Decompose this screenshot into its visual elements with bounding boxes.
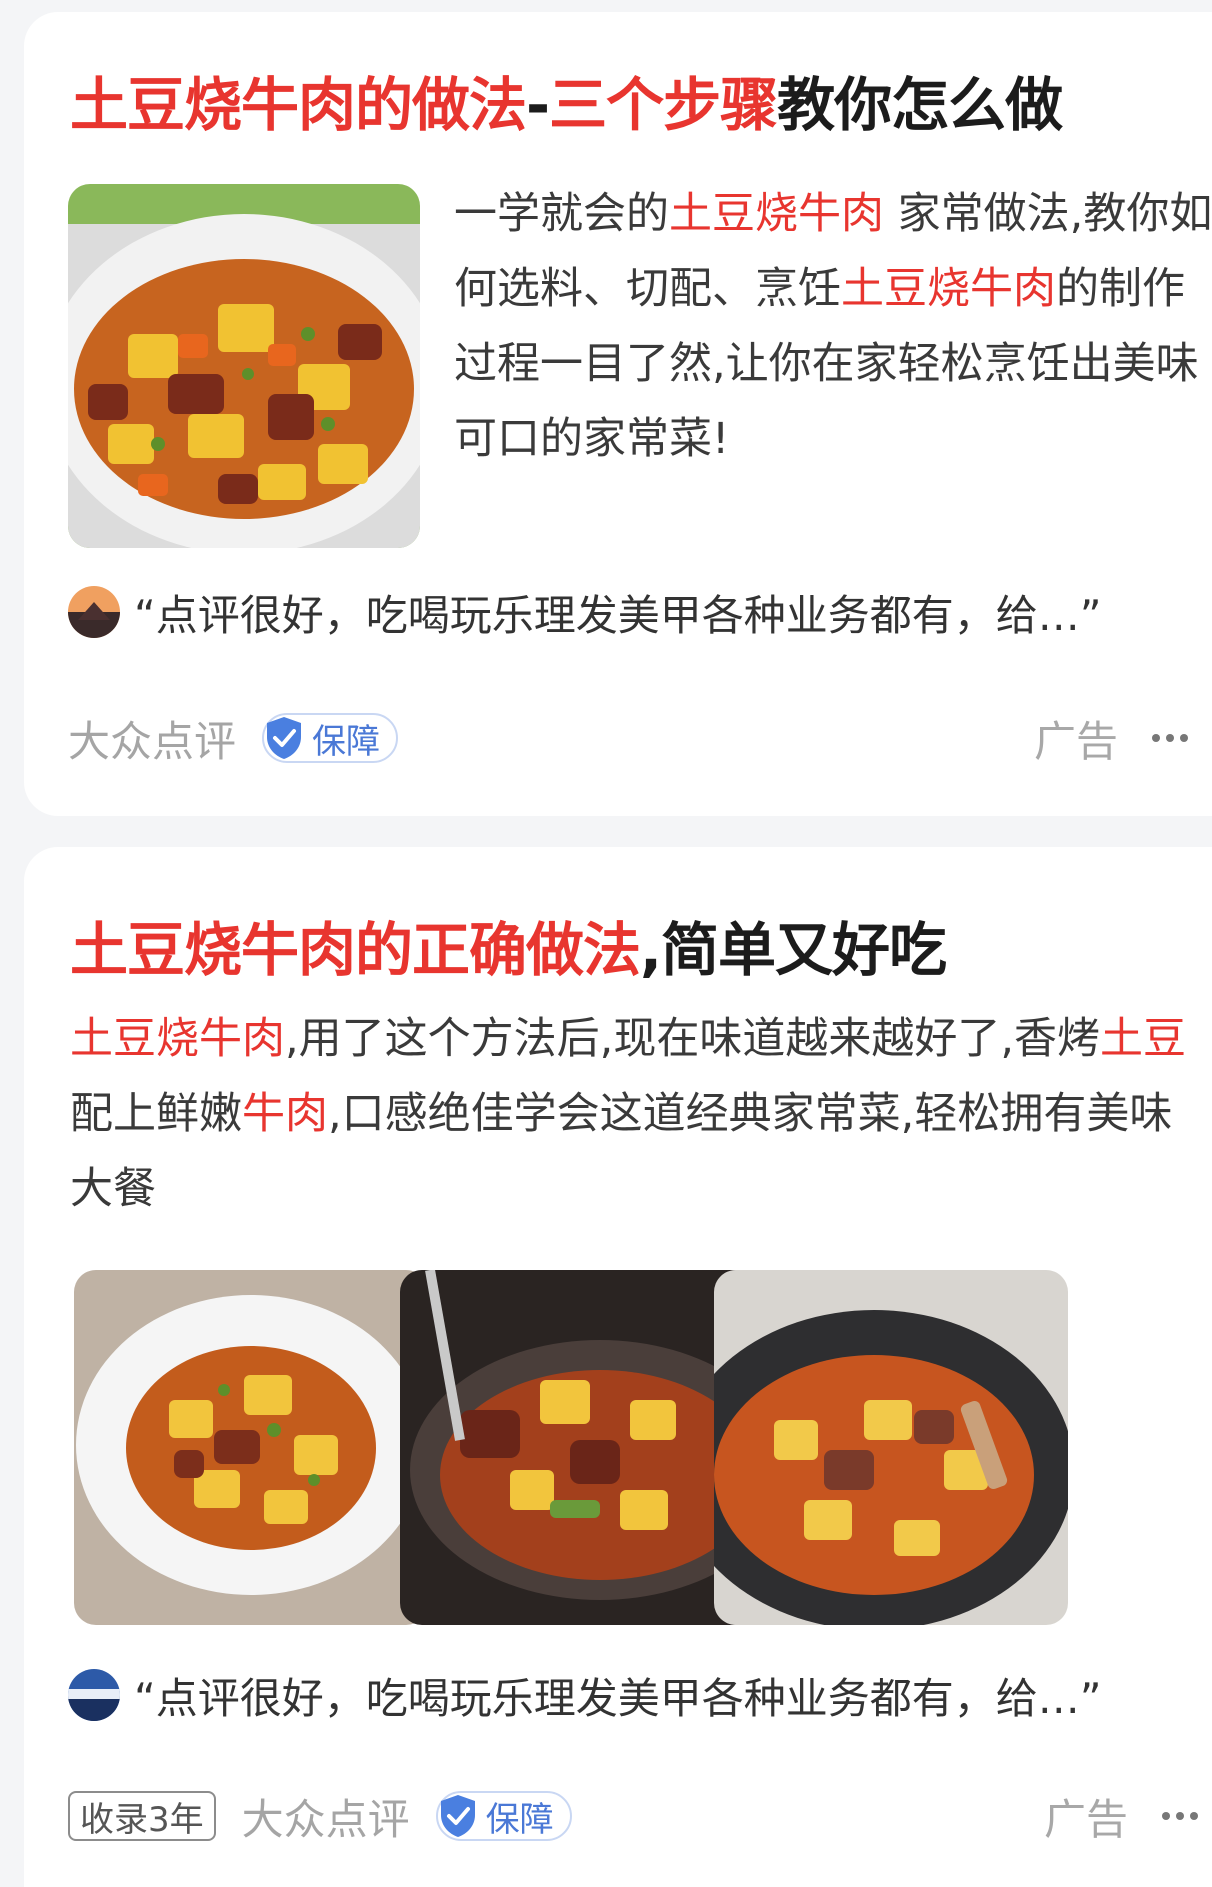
desc-text: 配上鲜嫩 <box>70 1089 242 1139</box>
title-highlight: 土豆烧牛肉的做法 <box>70 71 527 139</box>
dish-thumbnail[interactable] <box>68 184 420 548</box>
dish-image-2[interactable] <box>400 1270 754 1625</box>
desc-highlight: 土豆 <box>1100 1014 1187 1064</box>
card-title[interactable]: 土豆烧牛肉的做法-三个步骤教你怎么做 <box>70 62 1182 148</box>
card-footer: 大众点评 保障 广告 <box>68 708 1188 768</box>
desc-highlight: 土豆烧牛肉 <box>841 264 1056 314</box>
card-title[interactable]: 土豆烧牛肉的正确做法,简单又好吃 <box>70 907 1182 993</box>
avatar <box>68 586 120 638</box>
title-dash: - <box>526 71 550 139</box>
dish-image-1[interactable] <box>74 1270 428 1625</box>
review-row[interactable]: “点评很好，吃喝玩乐理发美甲各种业务都有，给…” <box>68 582 1188 642</box>
title-highlight: 土豆烧牛肉的正确做法 <box>70 916 641 984</box>
card-description: 一学就会的土豆烧牛肉 家常做法,教你如何选料、切配、烹饪土豆烧牛肉的制作过程一目… <box>454 177 1212 477</box>
dish-image-3[interactable] <box>714 1270 1068 1625</box>
review-quote: “点评很好，吃喝玩乐理发美甲各种业务都有，给…” <box>134 1673 1102 1723</box>
review-row[interactable]: “点评很好，吃喝玩乐理发美甲各种业务都有，给…” <box>68 1665 1198 1725</box>
desc-highlight: 土豆烧牛肉 <box>70 1014 285 1064</box>
review-quote: “点评很好，吃喝玩乐理发美甲各种业务都有，给…” <box>134 590 1102 640</box>
title-text: ,简单又好吃 <box>640 916 947 984</box>
guarantee-badge[interactable]: 保障 <box>262 713 399 763</box>
indexed-years-badge: 收录3年 <box>68 1791 216 1841</box>
card-footer: 收录3年 大众点评 保障 广告 <box>68 1786 1198 1846</box>
badge-label: 保障 <box>485 1799 554 1840</box>
guarantee-badge[interactable]: 保障 <box>435 1791 572 1841</box>
card-description: 土豆烧牛肉,用了这个方法后,现在味道越来越好了,香烤土豆配上鲜嫩牛肉,口感绝佳学… <box>70 1002 1200 1227</box>
title-text: 教你怎么做 <box>777 71 1063 139</box>
desc-highlight: 牛肉 <box>242 1089 328 1139</box>
ad-card-1[interactable]: 土豆烧牛肉的做法-三个步骤教你怎么做 一学就会的土豆烧牛肉 家常做法,教你如何选… <box>24 12 1212 816</box>
avatar <box>68 1669 120 1721</box>
badge-label: 保障 <box>312 721 381 762</box>
title-highlight: 三个步骤 <box>549 71 778 139</box>
shield-check-icon <box>440 1795 475 1837</box>
more-dots-icon[interactable] <box>1152 734 1188 742</box>
desc-highlight: 土豆烧牛肉 <box>669 189 884 239</box>
desc-text: ,用了这个方法后,现在味道越来越好了,香烤 <box>285 1014 1101 1064</box>
desc-text: 一学就会的 <box>454 189 669 239</box>
ad-label: 广告 <box>1043 1794 1128 1844</box>
review-row[interactable] <box>68 1377 1188 1437</box>
ad-label: 广告 <box>1033 716 1118 766</box>
shield-check-icon <box>267 717 302 759</box>
source-name[interactable]: 大众点评 <box>242 1786 410 1847</box>
ad-card-2[interactable]: 土豆烧牛肉的正确做法,简单又好吃 土豆烧牛肉,用了这个方法后,现在味道越来越好了… <box>24 847 1212 1887</box>
source-name[interactable]: 大众点评 <box>68 708 236 769</box>
more-dots-icon[interactable] <box>1162 1812 1198 1820</box>
